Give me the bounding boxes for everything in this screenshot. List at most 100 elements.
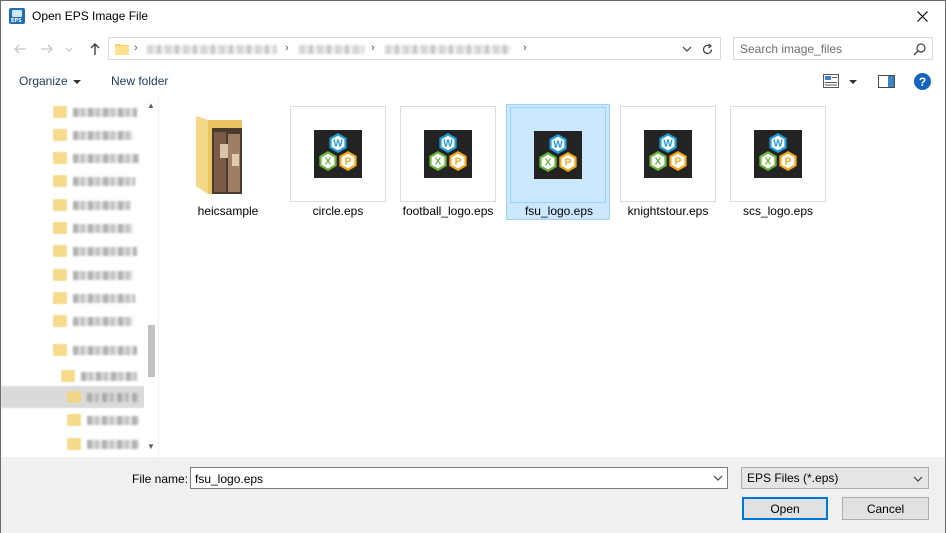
breadcrumb-segment[interactable] xyxy=(385,45,511,54)
svg-text:X: X xyxy=(545,158,552,169)
nav-tree-item[interactable] xyxy=(1,287,151,309)
breadcrumb-separator: › xyxy=(134,42,138,54)
nav-tree-item[interactable] xyxy=(1,240,151,262)
file-name-label: knightstour.eps xyxy=(627,204,709,218)
nav-tree-item[interactable] xyxy=(1,339,151,361)
new-folder-button[interactable]: New folder xyxy=(111,74,168,88)
help-icon[interactable]: ? xyxy=(914,73,931,90)
change-view-icon[interactable] xyxy=(823,74,839,88)
wxp-logo-icon: WX P xyxy=(424,130,472,178)
navigation-pane-scrollbar[interactable]: ▲ ▼ xyxy=(144,97,158,457)
file-thumbnail xyxy=(180,106,276,202)
scroll-up-icon[interactable]: ▲ xyxy=(147,101,155,110)
wxp-logo-icon: WX P xyxy=(644,130,692,178)
wxp-logo-icon: WX P xyxy=(754,130,802,178)
nav-tree-item[interactable] xyxy=(1,101,151,123)
scroll-down-icon[interactable]: ▼ xyxy=(147,442,155,451)
address-dropdown-button[interactable] xyxy=(680,41,694,57)
file-item-heicsample[interactable]: heicsample xyxy=(180,106,276,219)
breadcrumb-separator: › xyxy=(285,42,289,54)
file-thumbnail: WX P xyxy=(620,106,716,202)
arrow-left-icon xyxy=(14,44,26,54)
file-name-input[interactable] xyxy=(195,471,695,486)
arrow-up-icon xyxy=(90,43,100,55)
file-item-knightstour[interactable]: WX P knightstour.eps xyxy=(620,106,716,219)
title-bar: EPS Open EPS Image File xyxy=(1,1,945,32)
open-file-dialog: EPS Open EPS Image File › › › › Search i… xyxy=(0,0,946,533)
cancel-button[interactable]: Cancel xyxy=(842,497,929,520)
svg-text:X: X xyxy=(655,157,662,168)
refresh-icon xyxy=(702,43,713,54)
open-button[interactable]: Open xyxy=(742,497,828,520)
nav-tree-item[interactable] xyxy=(1,264,151,286)
file-thumbnail: WX P xyxy=(730,106,826,202)
svg-text:W: W xyxy=(663,139,673,150)
navigation-bar: › › › › xyxy=(1,32,945,66)
file-item-circle[interactable]: WX P circle.eps xyxy=(290,106,386,219)
file-thumbnail: WX P xyxy=(290,106,386,202)
file-name-label: scs_logo.eps xyxy=(742,204,814,218)
nav-tree-item[interactable] xyxy=(1,310,151,332)
navigation-pane: ▲ ▼ xyxy=(1,97,159,457)
close-button[interactable] xyxy=(899,1,945,32)
file-name-label: football_logo.eps xyxy=(402,204,494,218)
up-button[interactable] xyxy=(84,38,106,60)
file-list: heicsample WXP circle.eps WXP football_l… xyxy=(159,97,945,457)
file-item-scs-logo[interactable]: WX P scs_logo.eps xyxy=(730,106,826,219)
organize-menu-button[interactable]: Organize xyxy=(19,74,81,88)
nav-tree-item[interactable] xyxy=(1,124,151,146)
window-title: Open EPS Image File xyxy=(32,9,149,23)
nav-tree-item[interactable] xyxy=(1,170,151,192)
nav-tree-item[interactable] xyxy=(1,217,151,239)
breadcrumb-separator: › xyxy=(371,42,375,54)
nav-tree-item[interactable] xyxy=(1,365,151,387)
breadcrumb-segment[interactable] xyxy=(299,45,364,54)
svg-text:P: P xyxy=(455,157,462,168)
arrow-right-icon xyxy=(41,44,53,54)
folder-icon xyxy=(115,44,129,55)
eps-app-icon: EPS xyxy=(9,8,25,24)
chevron-down-icon[interactable] xyxy=(712,472,724,484)
chevron-down-icon xyxy=(65,47,73,52)
file-type-value: EPS Files (*.eps) xyxy=(747,471,839,485)
chevron-down-icon xyxy=(682,46,692,52)
view-options-dropdown[interactable] xyxy=(849,80,857,84)
forward-button[interactable] xyxy=(36,38,58,60)
file-type-select[interactable]: EPS Files (*.eps) xyxy=(741,467,929,489)
search-box[interactable] xyxy=(733,37,933,60)
breadcrumb-segment[interactable] xyxy=(147,45,277,54)
svg-text:X: X xyxy=(435,157,442,168)
address-bar[interactable]: › › › › xyxy=(108,37,721,60)
svg-text:X: X xyxy=(325,157,332,168)
close-icon xyxy=(916,11,928,22)
svg-text:X: X xyxy=(765,157,772,168)
folder-icon xyxy=(196,116,242,194)
svg-text:P: P xyxy=(675,157,682,168)
preview-pane-icon[interactable] xyxy=(878,75,895,88)
wxp-logo-icon: WX P xyxy=(534,131,582,179)
file-name-label: heicsample xyxy=(197,204,259,218)
refresh-button[interactable] xyxy=(696,39,718,59)
svg-text:W: W xyxy=(553,140,563,151)
file-item-fsu-logo[interactable]: WX P fsu_logo.eps xyxy=(506,104,610,220)
nav-tree-item[interactable] xyxy=(1,409,151,431)
breadcrumb-separator: › xyxy=(523,42,527,54)
file-name-combobox[interactable] xyxy=(190,467,728,489)
back-button[interactable] xyxy=(9,38,31,60)
recent-locations-button[interactable] xyxy=(62,38,76,60)
file-item-football-logo[interactable]: WX P football_logo.eps xyxy=(400,106,496,219)
svg-text:W: W xyxy=(773,139,783,150)
scrollbar-thumb[interactable] xyxy=(148,325,155,377)
file-thumbnail: WX P xyxy=(400,106,496,202)
chevron-down-icon xyxy=(913,476,923,482)
file-name-panel: File name: EPS Files (*.eps) Open Cancel xyxy=(1,457,945,533)
nav-tree-item[interactable] xyxy=(1,386,151,408)
search-icon xyxy=(913,43,926,56)
nav-tree-item[interactable] xyxy=(1,433,151,455)
search-input[interactable] xyxy=(740,41,910,56)
nav-tree-item[interactable] xyxy=(1,147,151,169)
nav-tree-item[interactable] xyxy=(1,194,151,216)
command-toolbar: Organize New folder ? xyxy=(1,66,945,97)
svg-text:W: W xyxy=(333,139,343,150)
svg-text:W: W xyxy=(443,139,453,150)
